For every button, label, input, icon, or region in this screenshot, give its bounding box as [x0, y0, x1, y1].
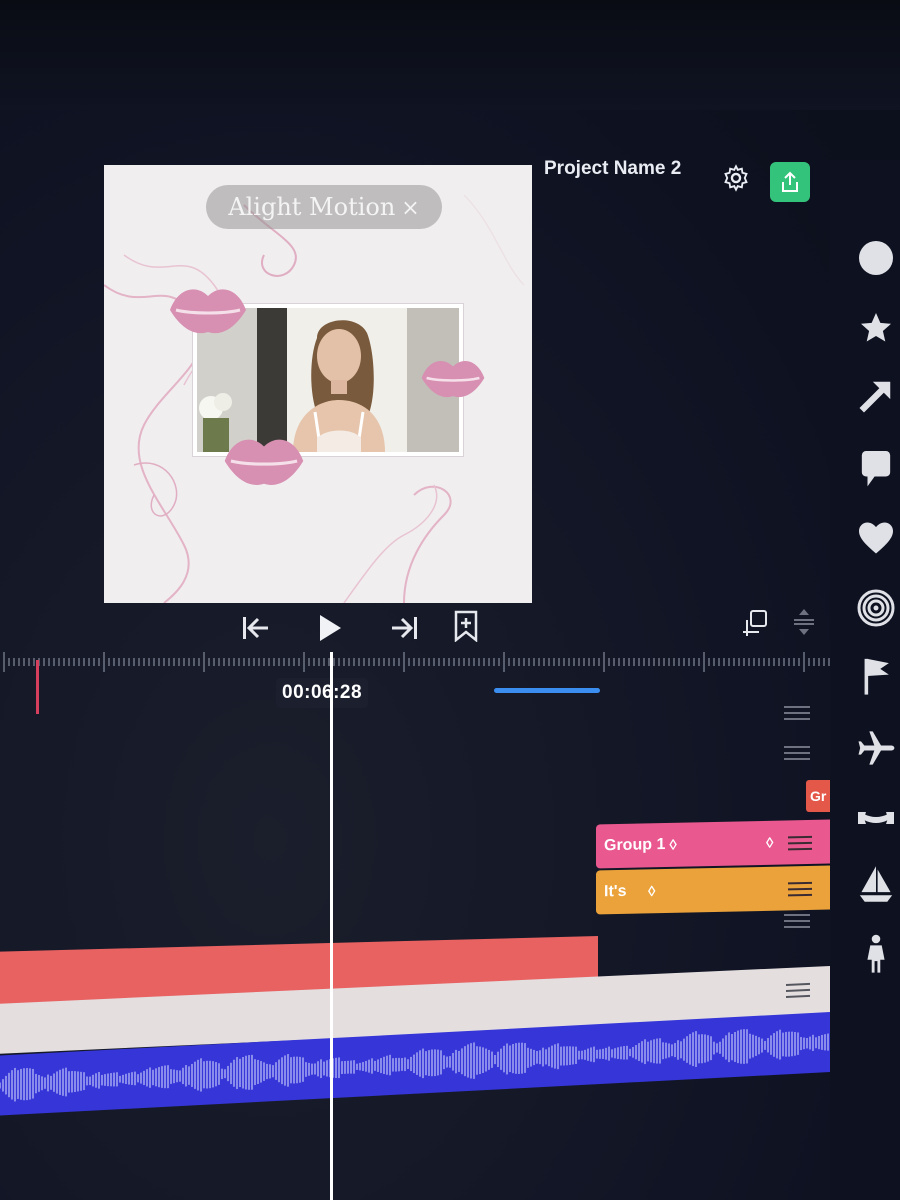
- lips-sticker[interactable]: [222, 430, 306, 492]
- arrow-icon[interactable]: [856, 376, 896, 416]
- skip-to-start-button[interactable]: [238, 610, 274, 646]
- drag-handle[interactable]: [784, 742, 810, 762]
- playhead[interactable]: [330, 652, 333, 1200]
- skip-to-end-button[interactable]: [386, 610, 422, 646]
- spiral-icon[interactable]: [856, 588, 896, 628]
- watermark-text: Alight Motion: [228, 193, 396, 221]
- airplane-icon[interactable]: [856, 728, 896, 768]
- layer-clip-group-1[interactable]: Group 1 ◊ ◊: [596, 819, 830, 869]
- star-icon[interactable]: [856, 308, 896, 348]
- lips-sticker[interactable]: [420, 348, 486, 408]
- play-button[interactable]: [312, 610, 348, 646]
- gear-icon: [724, 164, 748, 192]
- skip-to-start-icon: [243, 617, 268, 639]
- layer-label: It's: [604, 882, 627, 901]
- layer-label: Group 1: [604, 835, 666, 855]
- lips-sticker[interactable]: [168, 280, 248, 340]
- layer-label: Gr: [810, 788, 827, 804]
- keyframe-icon[interactable]: ◊: [669, 836, 676, 853]
- drag-handle[interactable]: [788, 878, 812, 901]
- device-bezel: [0, 0, 900, 110]
- in-point-marker[interactable]: [36, 660, 39, 714]
- keyframe-icon[interactable]: ◊: [648, 883, 655, 900]
- skip-to-end-icon: [392, 617, 417, 639]
- drag-handle[interactable]: [786, 979, 810, 1002]
- add-bookmark-icon: [454, 610, 478, 642]
- sailboat-icon[interactable]: [856, 864, 896, 904]
- drag-handle[interactable]: [784, 702, 810, 722]
- keyframe-icon[interactable]: ◊: [766, 834, 773, 851]
- expand-timeline-button[interactable]: [786, 604, 822, 640]
- duplicate-icon: [743, 610, 767, 636]
- app-screen: Alight Motion × Project Name 2 00:06:28 …: [0, 0, 900, 1200]
- play-icon: [320, 615, 341, 641]
- add-bookmark-button[interactable]: [448, 608, 484, 644]
- close-icon[interactable]: ×: [401, 196, 419, 221]
- settings-button[interactable]: [718, 160, 754, 196]
- drag-handle[interactable]: [784, 910, 810, 930]
- circle-icon[interactable]: [856, 238, 896, 278]
- person-icon[interactable]: [856, 934, 896, 974]
- export-button[interactable]: [770, 162, 810, 202]
- watermark-badge[interactable]: Alight Motion ×: [206, 185, 442, 229]
- heart-icon[interactable]: [856, 518, 896, 558]
- layer-clip-gr[interactable]: Gr: [806, 780, 830, 812]
- flag-icon[interactable]: [856, 656, 896, 696]
- current-timecode: 00:06:28: [276, 678, 369, 708]
- video-preview[interactable]: Alight Motion ×: [104, 165, 532, 603]
- speech-bubble-icon[interactable]: [856, 448, 896, 488]
- share-icon: [782, 171, 798, 192]
- project-name[interactable]: Project Name 2: [544, 158, 681, 180]
- layer-clip-its[interactable]: It's ◊: [596, 865, 830, 915]
- drag-handle[interactable]: [788, 832, 812, 855]
- ribbon-icon[interactable]: [856, 798, 896, 838]
- work-area-marker[interactable]: [494, 688, 600, 693]
- expand-icon: [794, 609, 814, 635]
- timeline-ruler[interactable]: [0, 648, 830, 674]
- duplicate-button[interactable]: [738, 604, 774, 640]
